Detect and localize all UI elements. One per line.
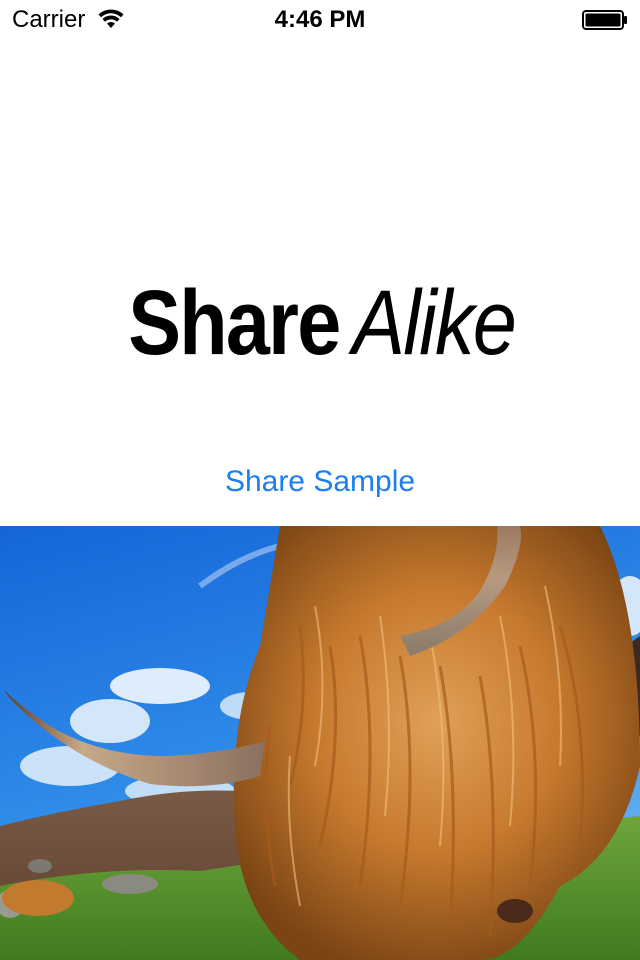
status-time: 4:46 PM <box>274 6 366 33</box>
logo-bold-text: Share <box>128 272 342 374</box>
share-sample-button[interactable]: Share Sample <box>0 462 640 502</box>
logo-italic-text: Alike <box>352 272 517 374</box>
app-logo: Share Alike <box>0 268 640 378</box>
battery-icon <box>582 10 627 30</box>
status-bar: Carrier 4:46 PM <box>0 0 640 40</box>
app-screen: Carrier 4:46 PM Share Alike Share Sample <box>0 0 640 960</box>
highland-cow-photo <box>0 526 640 960</box>
